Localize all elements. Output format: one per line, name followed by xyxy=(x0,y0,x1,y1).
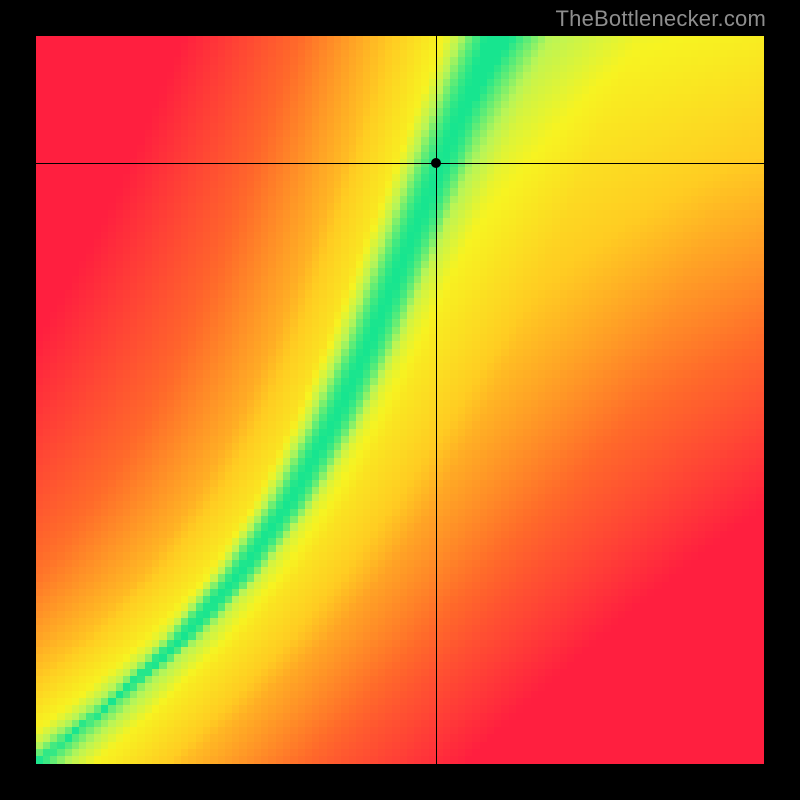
crosshair-vertical xyxy=(436,36,437,764)
heatmap-plot xyxy=(36,36,764,764)
heatmap-canvas xyxy=(36,36,764,764)
crosshair-horizontal xyxy=(36,163,764,164)
watermark-text: TheBottlenecker.com xyxy=(556,6,766,32)
chart-stage: TheBottlenecker.com xyxy=(0,0,800,800)
